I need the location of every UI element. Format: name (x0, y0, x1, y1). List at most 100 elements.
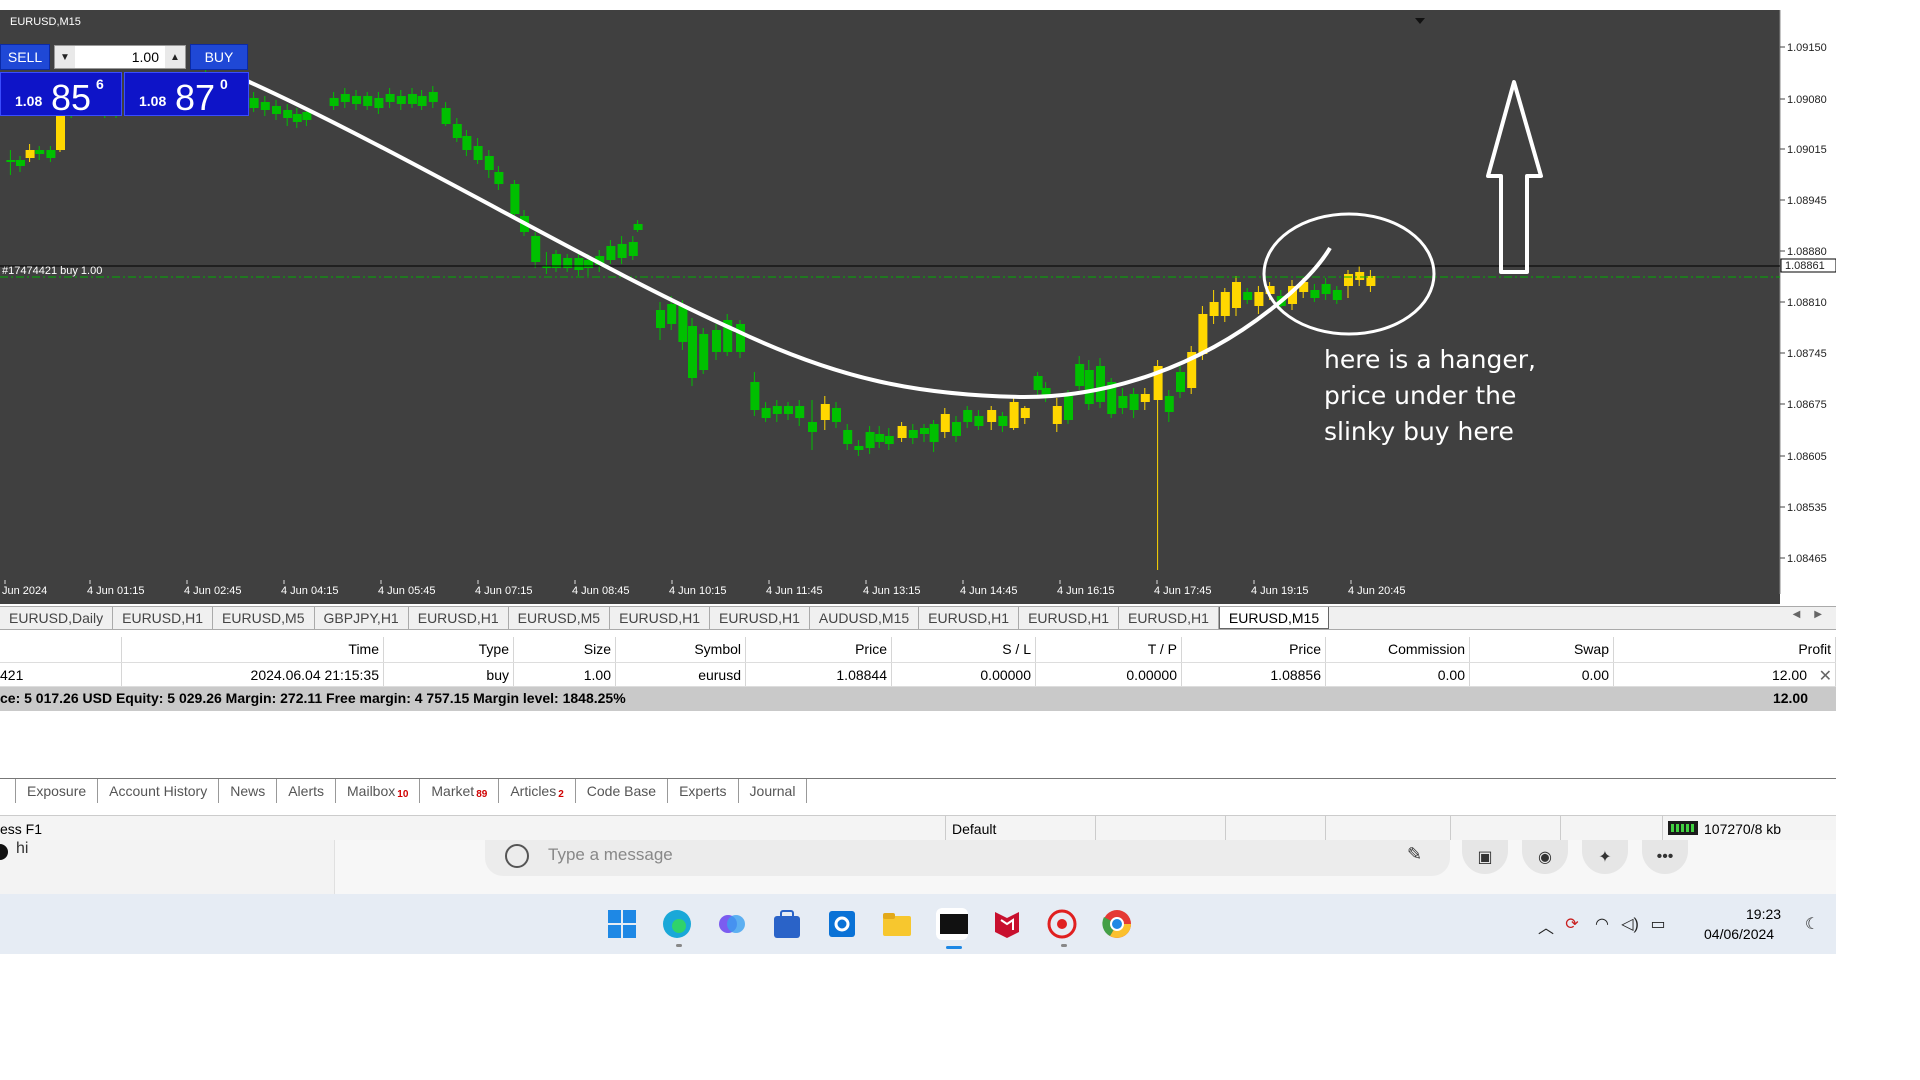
sparkle-icon[interactable]: ✦ (1582, 840, 1628, 874)
col-symbol[interactable]: Symbol (616, 637, 746, 662)
chart-tab[interactable]: EURUSD,H1 (409, 607, 509, 629)
col-tp[interactable]: T / P (1036, 637, 1182, 662)
chevron-up-icon[interactable]: ︿ (1536, 914, 1556, 937)
buy-price-display[interactable]: 1.08 87 0 (124, 72, 249, 118)
time-tick-label: 4 Jun 14:45 (960, 585, 1018, 597)
col-sl[interactable]: S / L (892, 637, 1036, 662)
col-profit[interactable]: Profit (1614, 637, 1836, 662)
chrome-icon[interactable] (1101, 908, 1133, 940)
annotation-line-2: price under the (1324, 381, 1516, 410)
tab-label: Alerts (288, 783, 325, 799)
chart-tab[interactable]: EURUSD,H1 (113, 607, 214, 629)
clock-time[interactable]: 19:23 (1746, 906, 1781, 922)
candle-body (667, 304, 677, 324)
close-icon[interactable]: ✕ (1819, 666, 1832, 686)
chart-tab[interactable]: EURUSD,H1 (710, 607, 810, 629)
lot-size-input[interactable]: ▼ 1.00 ▲ (54, 45, 186, 69)
chart-tab[interactable]: EURUSD,M5 (509, 607, 611, 629)
candle-body (1075, 364, 1085, 386)
status-profile[interactable]: Default (945, 816, 1095, 841)
candle-body (656, 310, 665, 328)
mcafee-icon[interactable] (991, 908, 1023, 940)
opera-icon[interactable] (1046, 908, 1078, 940)
battery-icon[interactable]: ▭ (1648, 914, 1668, 934)
buy-button[interactable]: BUY (190, 44, 248, 70)
outlook-icon[interactable] (826, 908, 858, 940)
price-tick-label: 1.08675 (1787, 399, 1827, 411)
chart-tab[interactable]: GBPJPY,H1 (315, 607, 409, 629)
candle-body (1064, 396, 1073, 420)
chevron-down-icon[interactable]: ▼ (55, 46, 75, 68)
more-options-icon[interactable]: ••• (1642, 840, 1688, 874)
chat-last-message[interactable]: hi (16, 840, 28, 858)
candle-body (897, 426, 907, 438)
tab-code-base[interactable]: Code Base (576, 779, 669, 803)
time-tick-label: 4 Jun 01:15 (87, 585, 145, 597)
status-divider (1560, 816, 1561, 841)
tab-market[interactable]: Market 89 (420, 779, 500, 803)
sell-price-display[interactable]: 1.08 85 6 (0, 72, 122, 118)
chevron-up-icon[interactable]: ▲ (165, 46, 185, 68)
lot-size-value[interactable]: 1.00 (75, 49, 165, 65)
col-size[interactable]: Size (514, 637, 616, 662)
pen-icon[interactable]: ✎ (1407, 844, 1422, 865)
col-swap[interactable]: Swap (1470, 637, 1614, 662)
candle-body (987, 410, 997, 422)
store-icon[interactable] (771, 908, 803, 940)
status-divider (1225, 816, 1226, 841)
price-tick-label: 1.08880 (1787, 246, 1827, 258)
sync-icon[interactable]: ⟳ (1562, 914, 1582, 934)
table-row[interactable]: 421 2024.06.04 21:15:35 buy 1.00 eurusd … (0, 662, 1836, 687)
col-type[interactable]: Type (384, 637, 514, 662)
microphone-icon[interactable]: ◉ (1522, 840, 1568, 874)
chart-tab[interactable]: EURUSD,Daily (0, 607, 114, 629)
col-price[interactable]: Price (746, 637, 892, 662)
attach-image-icon[interactable]: ▣ (1462, 840, 1508, 874)
tab-alerts[interactable]: Alerts (277, 779, 337, 803)
tab-account-history[interactable]: Account History (98, 779, 220, 803)
sell-button[interactable]: SELL (0, 44, 50, 70)
message-input-bar[interactable]: Type a message ✎ (485, 840, 1450, 876)
clock-date[interactable]: 04/06/2024 (1704, 926, 1774, 942)
col-current-price[interactable]: Price (1182, 637, 1326, 662)
chart-canvas[interactable]: EURUSD,M15 #17474421 buy 1.00 1.09150 1.0… (0, 10, 1836, 604)
cell-commission: 0.00 (1326, 663, 1470, 686)
cell-swap: 0.00 (1470, 663, 1614, 686)
windows-start-icon[interactable] (606, 908, 638, 940)
tab-experts[interactable]: Experts (668, 779, 739, 803)
wifi-icon[interactable]: ◠ (1592, 914, 1612, 934)
file-explorer-icon[interactable] (881, 908, 913, 940)
candle-body (352, 96, 361, 104)
do-not-disturb-icon[interactable]: ☾ (1802, 914, 1822, 934)
col-order[interactable] (0, 637, 122, 662)
message-input-placeholder[interactable]: Type a message (548, 845, 673, 865)
tab-mailbox[interactable]: Mailbox 10 (336, 779, 421, 803)
col-time[interactable]: Time (122, 637, 384, 662)
candle-body (1009, 402, 1019, 428)
chart-tab[interactable]: AUDUSD,M15 (810, 607, 920, 629)
tab-articles[interactable]: Articles 2 (499, 779, 576, 803)
tab-exposure[interactable]: Exposure (16, 779, 99, 803)
candle-body (385, 94, 395, 102)
chart-tab[interactable]: EURUSD,H1 (610, 607, 711, 629)
col-commission[interactable]: Commission (1326, 637, 1470, 662)
chart-tab[interactable]: EURUSD,M5 (213, 607, 315, 629)
chart-tab[interactable]: EURUSD,H1 (919, 607, 1020, 629)
tab-scroll-arrows-icon[interactable]: ◀▶ (1793, 609, 1836, 620)
edge-browser-icon[interactable] (661, 908, 693, 940)
chart-tab-active[interactable]: EURUSD,M15 (1218, 607, 1330, 629)
chart-tab[interactable]: EURUSD,H1 (1019, 607, 1119, 629)
chart-tab[interactable]: EURUSD,H1 (1119, 607, 1219, 629)
volume-icon[interactable]: ◁) (1620, 914, 1640, 934)
tab-news[interactable]: News (219, 779, 278, 803)
price-tick-label: 1.08945 (1787, 195, 1827, 207)
copilot-icon[interactable] (716, 908, 748, 940)
candle-body (1243, 292, 1253, 300)
tab-journal[interactable]: Journal (739, 779, 808, 803)
balance-profit: 12.00 (1772, 690, 1808, 706)
trading-terminal-icon[interactable] (936, 908, 968, 940)
price-chart[interactable]: EURUSD,M15 #17474421 buy 1.00 1.09150 1.0… (0, 10, 1836, 604)
candle-body (417, 96, 427, 106)
terminal-tabs-bar: Exposure Account History News Alerts Mai… (0, 778, 1836, 804)
emoji-icon[interactable] (505, 844, 529, 868)
